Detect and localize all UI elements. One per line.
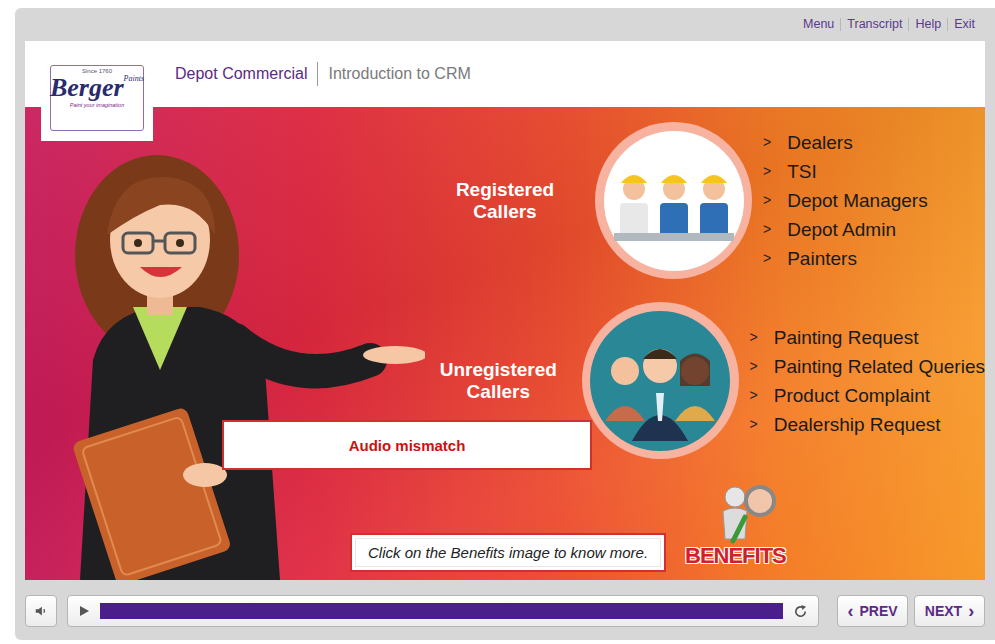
top-link[interactable]: Transcript (840, 18, 908, 31)
content-panel: Since 1760 Berger Paints Paint your imag… (25, 41, 985, 580)
berger-logo: Since 1760 Berger Paints Paint your imag… (41, 55, 153, 141)
caller-list: > Dealers> TSI> Depot Managers> Depot Ad… (763, 128, 928, 273)
course-player: MenuTranscriptHelpExit Since 1760 Berger… (0, 0, 995, 644)
caller-groups: Registered Callers > Dealers> TSI> Depot… (430, 122, 985, 459)
course-title: Depot Commercial (175, 62, 318, 86)
play-icon[interactable] (78, 605, 90, 617)
caller-item: > TSI (763, 157, 928, 186)
group-image (595, 122, 752, 279)
caller-item: > Painters (763, 244, 928, 273)
caller-item: > Depot Managers (763, 186, 928, 215)
logo-brand: Berger (50, 74, 124, 102)
speaker-icon (34, 604, 48, 618)
slide: Registered Callers > Dealers> TSI> Depot… (25, 107, 985, 580)
top-link[interactable]: Exit (947, 18, 981, 31)
player-frame: MenuTranscriptHelpExit Since 1760 Berger… (15, 8, 995, 640)
presenter-illustration-icon (65, 155, 425, 580)
group-image (582, 302, 739, 459)
next-button[interactable]: NEXT› (914, 595, 985, 627)
caller-item: > Dealership Request (750, 410, 985, 439)
bullet: > (750, 323, 758, 352)
seek-bar (67, 595, 819, 627)
course-header: Depot Commercial Introduction to CRM (25, 41, 985, 107)
bullet: > (750, 352, 758, 381)
bullet: > (763, 128, 771, 157)
module-title: Introduction to CRM (318, 65, 470, 83)
caller-item: > Product Complaint (750, 381, 985, 410)
bullet: > (763, 157, 771, 186)
top-link[interactable]: Menu (797, 18, 840, 31)
bullet: > (763, 186, 771, 215)
visitors-icon (590, 311, 730, 451)
progress-track[interactable] (100, 603, 783, 619)
bullet: > (750, 381, 758, 410)
group-label: Registered Callers (430, 179, 580, 223)
caller-item: > Dealers (763, 128, 928, 157)
caller-group: Registered Callers > Dealers> TSI> Depot… (430, 122, 985, 279)
workers-icon (604, 131, 744, 271)
benefits-button[interactable]: BENEFITS (685, 479, 786, 569)
replay-icon[interactable] (793, 604, 808, 619)
mute-button[interactable] (25, 595, 57, 627)
logo-script: Paints (124, 74, 144, 83)
top-links: MenuTranscriptHelpExit (25, 8, 985, 41)
caller-list: > Painting Request> Painting Related Que… (750, 323, 985, 439)
progress-fill (100, 603, 783, 619)
caller-item: > Painting Related Queries (750, 352, 985, 381)
top-link[interactable]: Help (908, 18, 947, 31)
logo-tagline: Paint your imagination (70, 102, 124, 108)
audio-notice: Audio mismatch (222, 420, 592, 470)
magnifier-figure-icon (705, 479, 785, 549)
player-controls: ‹PREV NEXT› (25, 595, 985, 627)
bullet: > (750, 410, 758, 439)
caller-item: > Painting Request (750, 323, 985, 352)
group-label: Unregistered Callers (430, 359, 567, 403)
caller-item: > Depot Admin (763, 215, 928, 244)
bullet: > (763, 244, 771, 273)
bullet: > (763, 215, 771, 244)
prev-button[interactable]: ‹PREV (837, 595, 908, 627)
hint-box: Click on the Benefits image to know more… (350, 533, 666, 572)
